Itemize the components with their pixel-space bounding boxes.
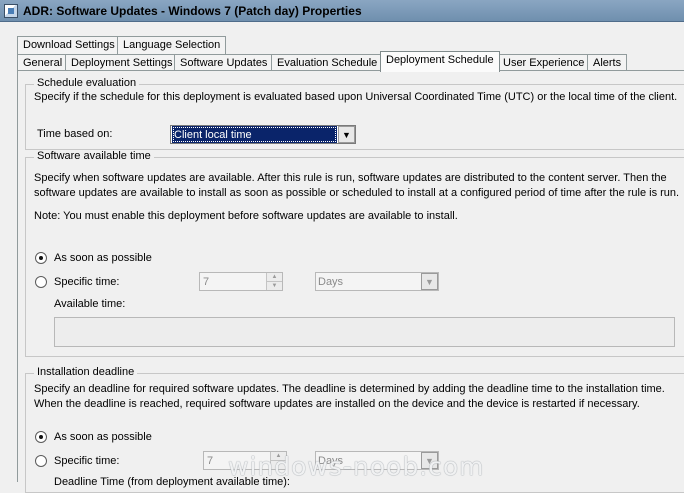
deadline-specific-time-value: 7 — [207, 454, 214, 467]
spin-down-icon[interactable]: ▼ — [271, 461, 286, 469]
deadline-asap-label[interactable]: As soon as possible — [54, 431, 152, 443]
properties-window-icon — [4, 3, 18, 18]
available-asap-label[interactable]: As soon as possible — [54, 252, 152, 264]
software-available-time-legend: Software available time — [34, 150, 154, 162]
installation-deadline-description: Specify an deadline for required softwar… — [34, 383, 665, 410]
available-time-field[interactable] — [54, 317, 675, 347]
time-based-on-value: Client local time — [172, 126, 337, 143]
schedule-evaluation-description: Specify if the schedule for this deploym… — [34, 91, 678, 103]
available-time-label: Available time: — [54, 298, 126, 310]
dropdown-arrow-icon[interactable]: ▼ — [421, 273, 438, 290]
available-specific-time-value: 7 — [203, 275, 210, 288]
time-based-on-label: Time based on: — [37, 128, 113, 140]
available-specific-time-spinner[interactable]: 7 ▲ ▼ — [199, 272, 283, 291]
available-specific-time-label[interactable]: Specific time: — [54, 276, 119, 288]
window-title: ADR: Software Updates - Windows 7 (Patch… — [23, 3, 362, 18]
spin-up-icon[interactable]: ▲ — [271, 452, 286, 461]
enable-deployment-note: Note: You must enable this deployment be… — [34, 210, 458, 222]
deadline-asap-radio[interactable] — [35, 431, 47, 443]
time-based-on-dropdown[interactable]: Client local time ▼ — [170, 125, 356, 144]
deadline-specific-time-spinner[interactable]: 7 ▲ ▼ — [203, 451, 287, 470]
installation-deadline-legend: Installation deadline — [34, 366, 138, 378]
available-asap-radio[interactable] — [35, 252, 47, 264]
tab-deployment-schedule[interactable]: Deployment Schedule — [380, 51, 500, 72]
deadline-specific-time-label[interactable]: Specific time: — [54, 455, 119, 467]
window-titlebar: ADR: Software Updates - Windows 7 (Patch… — [0, 0, 684, 22]
deadline-time-label: Deadline Time (from deployment available… — [54, 476, 290, 488]
deadline-specific-time-radio[interactable] — [35, 455, 47, 467]
available-time-unit-dropdown[interactable]: Days ▼ — [315, 272, 439, 291]
spin-down-icon[interactable]: ▼ — [267, 282, 282, 290]
tab-download-settings[interactable]: Download Settings — [17, 36, 121, 54]
dropdown-arrow-icon[interactable]: ▼ — [421, 452, 438, 469]
dropdown-arrow-icon[interactable]: ▼ — [338, 126, 355, 143]
available-specific-time-radio[interactable] — [35, 276, 47, 288]
available-time-unit-value: Days — [318, 275, 344, 288]
tab-language-selection[interactable]: Language Selection — [117, 36, 227, 54]
deadline-time-unit-value: Days — [318, 454, 344, 467]
software-available-description: Specify when software updates are availa… — [34, 172, 680, 199]
deadline-time-unit-dropdown[interactable]: Days ▼ — [315, 451, 439, 470]
schedule-evaluation-legend: Schedule evaluation — [34, 77, 140, 89]
spin-up-icon[interactable]: ▲ — [267, 273, 282, 282]
